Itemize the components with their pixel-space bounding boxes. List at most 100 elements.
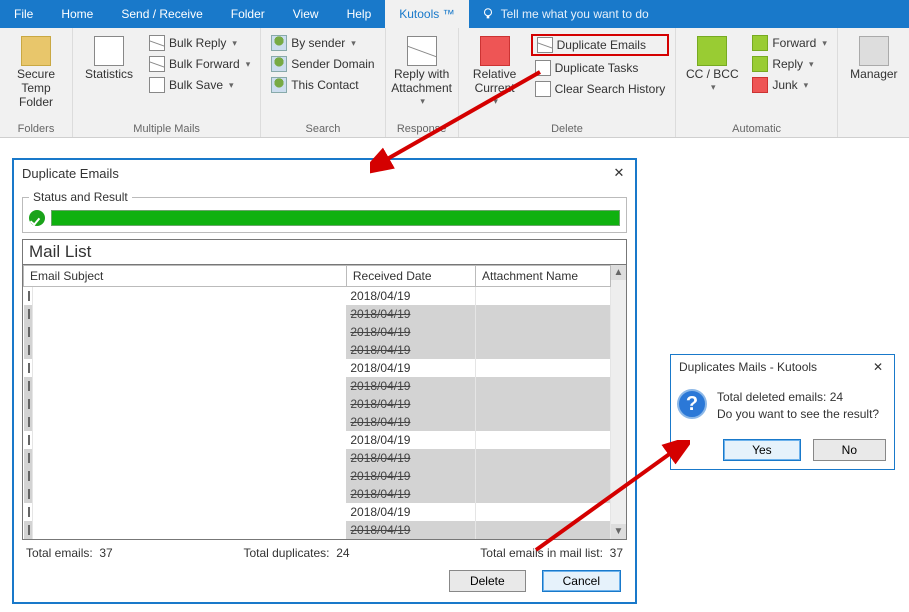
contact-icon: [271, 77, 287, 93]
row-date: 2018/04/19: [346, 395, 475, 413]
group-delete-label: Delete: [465, 121, 670, 135]
group-folders-label: Folders: [6, 121, 66, 135]
table-row[interactable]: Follow BBC Sport, BBC News (UK) and BBC …: [24, 377, 611, 395]
row-attachment: [475, 449, 610, 467]
envelope-icon: [28, 399, 30, 409]
tab-kutools[interactable]: Kutools ™: [385, 0, 468, 28]
tab-home[interactable]: Home: [47, 0, 107, 28]
row-attachment: [475, 431, 610, 449]
table-row[interactable]: Follow BBC Sport, BBC News (UK) and BBC …: [24, 413, 611, 431]
duplicate-tasks-button[interactable]: Duplicate Tasks: [531, 59, 670, 77]
group-automatic-label: Automatic: [682, 121, 831, 135]
row-attachment: [475, 467, 610, 485]
row-date: 2018/04/19: [346, 323, 475, 341]
tab-file[interactable]: File: [0, 0, 47, 28]
table-row[interactable]: Your ticket2018/04/19: [24, 449, 611, 467]
relative-label: Relative Current: [473, 68, 516, 96]
table-row[interactable]: Save Big on Apple! iPhone 8 $969, iPads …: [24, 287, 611, 306]
auto-forward-button[interactable]: Forward: [748, 34, 831, 52]
table-row[interactable]: Save Big on Apple! iPhone 8 $969, iPads …: [24, 305, 611, 323]
person-icon: [271, 35, 287, 51]
this-contact-button[interactable]: This Contact: [267, 76, 378, 94]
row-attachment: [475, 413, 610, 431]
this-contact-label: This Contact: [291, 78, 358, 92]
clear-search-history-button[interactable]: Clear Search History: [531, 80, 670, 98]
bulk-reply-button[interactable]: Bulk Reply: [145, 34, 254, 52]
tab-folder[interactable]: Folder: [217, 0, 279, 28]
row-attachment: [475, 503, 610, 521]
row-attachment: [475, 287, 610, 306]
group-response: Reply with Attachment Response: [386, 28, 459, 137]
table-row[interactable]: Save Big on Apple! iPhone 8 $969, iPads …: [24, 341, 611, 359]
envelope-icon: [28, 363, 30, 373]
row-attachment: [475, 305, 610, 323]
total-duplicates: Total duplicates: 24: [243, 546, 349, 560]
statistics-button[interactable]: Statistics: [79, 32, 139, 121]
yes-button[interactable]: Yes: [723, 439, 801, 461]
row-date: 2018/04/19: [346, 431, 475, 449]
result-dialog: Duplicates Mails - Kutools ✕ ? Total del…: [670, 354, 895, 470]
bulk-forward-button[interactable]: Bulk Forward: [145, 55, 254, 73]
auto-reply-button[interactable]: Reply: [748, 55, 831, 73]
tell-me-search[interactable]: Tell me what you want to do: [469, 0, 661, 28]
total-emails: Total emails: 37: [26, 546, 113, 560]
envelope-icon: [28, 309, 30, 319]
tab-send-receive[interactable]: Send / Receive: [107, 0, 216, 28]
total-inlist-value: 37: [610, 546, 623, 560]
col-subject[interactable]: Email Subject: [24, 266, 347, 287]
tab-view[interactable]: View: [279, 0, 333, 28]
close-icon[interactable]: ✕: [870, 360, 886, 374]
table-row[interactable]: Your ticket2018/04/19: [24, 485, 611, 503]
dialog-title: Duplicate Emails: [22, 166, 119, 181]
cc-bcc-button[interactable]: CC / BCC: [682, 32, 742, 121]
envelope-icon: [28, 489, 30, 499]
table-row[interactable]: Follow BBC Sport, BBC News (UK) and BBC …: [24, 395, 611, 413]
row-date: 2018/04/19: [346, 521, 475, 539]
table-row[interactable]: Follow BBC Sport, BBC News (UK) and BBC …: [24, 359, 611, 377]
sender-domain-button[interactable]: Sender Domain: [267, 55, 378, 73]
secure-temp-folder-button[interactable]: Secure Temp Folder: [6, 32, 66, 121]
group-search-label: Search: [267, 121, 378, 135]
no-button[interactable]: No: [813, 439, 886, 461]
row-attachment: [475, 377, 610, 395]
col-attachment[interactable]: Attachment Name: [475, 266, 610, 287]
envelope-icon: [28, 471, 30, 481]
auto-reply-label: Reply: [772, 57, 803, 71]
bulb-icon: [481, 7, 495, 21]
group-multiple-mails: Statistics Bulk Reply Bulk Forward Bulk …: [73, 28, 261, 137]
row-date: 2018/04/19: [346, 503, 475, 521]
relative-current-button[interactable]: Relative Current: [465, 32, 525, 121]
cancel-button[interactable]: Cancel: [542, 570, 621, 592]
delete-button[interactable]: Delete: [449, 570, 526, 592]
group-delete: Relative Current Duplicate Emails Duplic…: [459, 28, 677, 137]
bulk-save-button[interactable]: Bulk Save: [145, 76, 254, 94]
envelope-icon: [28, 345, 30, 355]
auto-forward-icon: [752, 35, 768, 51]
statistics-icon: [94, 36, 124, 66]
save-icon: [149, 77, 165, 93]
row-attachment: [475, 521, 610, 539]
by-sender-button[interactable]: By sender: [267, 34, 378, 52]
manager-button[interactable]: Manager: [844, 32, 904, 133]
tab-help[interactable]: Help: [333, 0, 386, 28]
table-row[interactable]: Your ticket2018/04/19: [24, 467, 611, 485]
envelope-icon: [28, 291, 30, 301]
scroll-down-icon[interactable]: ▼: [611, 524, 626, 539]
table-row[interactable]: Over $1000 Worth of Savings on Bestselli…: [24, 521, 611, 539]
mail-list-title: Mail List: [23, 240, 626, 265]
table-row[interactable]: Over $1000 Worth of Savings on Bestselli…: [24, 503, 611, 521]
col-date[interactable]: Received Date: [346, 266, 475, 287]
auto-junk-button[interactable]: Junk: [748, 76, 831, 94]
result-line2: Do you want to see the result?: [717, 406, 879, 423]
clear-history-label: Clear Search History: [555, 82, 666, 96]
reply-with-attachment-button[interactable]: Reply with Attachment: [392, 32, 452, 121]
bulk-reply-label: Bulk Reply: [169, 36, 226, 50]
bulk-forward-label: Bulk Forward: [169, 57, 240, 71]
duplicate-emails-button[interactable]: Duplicate Emails: [531, 34, 670, 56]
scroll-up-icon[interactable]: ▲: [611, 265, 626, 280]
table-row[interactable]: Save Big on Apple! iPhone 8 $969, iPads …: [24, 323, 611, 341]
total-in-list: Total emails in mail list: 37: [480, 546, 623, 560]
table-row[interactable]: Your ticket2018/04/19: [24, 431, 611, 449]
close-icon[interactable]: ✕: [611, 165, 627, 181]
scrollbar[interactable]: ▲ ▼: [611, 265, 626, 539]
